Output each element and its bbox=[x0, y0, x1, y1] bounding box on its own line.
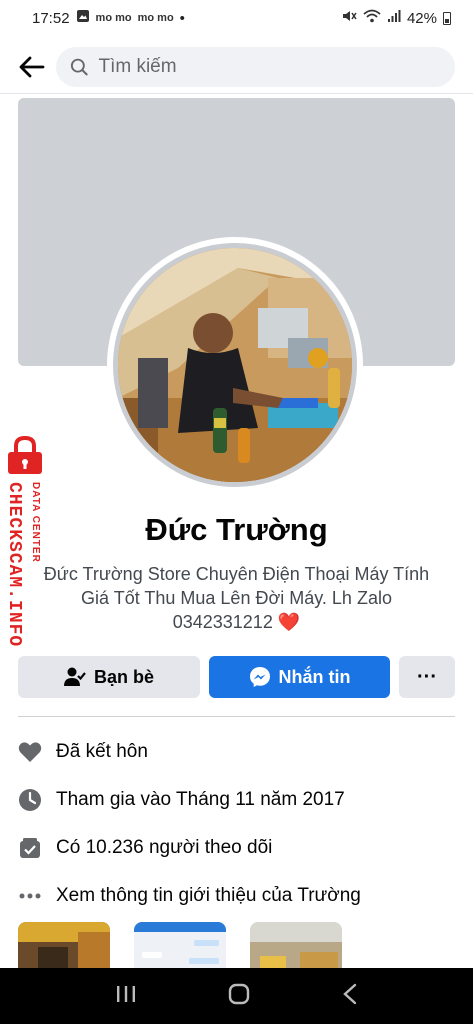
friends-label: Bạn bè bbox=[93, 666, 154, 687]
momo-icon: mo mo bbox=[95, 12, 132, 24]
avatar-image bbox=[118, 248, 352, 482]
signal-icon bbox=[387, 9, 401, 27]
info-joined: Tham gia vào Tháng 11 năm 2017 bbox=[18, 776, 455, 824]
battery-percent: 42% bbox=[406, 9, 437, 27]
search-icon bbox=[70, 58, 88, 75]
watermark-site: CHECKSCAM.INFO bbox=[4, 482, 24, 648]
message-label: Nhắn tin bbox=[278, 666, 351, 687]
search-header bbox=[0, 40, 473, 94]
status-left: 17:52 mo mo mo mo • bbox=[32, 9, 185, 27]
info-see-about-text: Xem thông tin giới thiệu của Trường bbox=[56, 885, 361, 906]
back-nav-icon[interactable] bbox=[342, 983, 358, 1010]
heart-emoji: ❤️ bbox=[277, 612, 301, 632]
followers-icon bbox=[18, 836, 42, 860]
heart-icon bbox=[18, 740, 42, 764]
system-nav-bar bbox=[0, 968, 473, 1024]
photos-strip bbox=[18, 922, 455, 968]
wifi-icon bbox=[363, 9, 381, 27]
info-joined-text: Tham gia vào Tháng 11 năm 2017 bbox=[56, 789, 345, 810]
photo-thumbnail[interactable] bbox=[250, 922, 342, 968]
status-bar: 17:52 mo mo mo mo • 42% bbox=[0, 0, 473, 36]
status-right: 42% bbox=[341, 9, 451, 27]
home-icon[interactable] bbox=[227, 982, 251, 1011]
info-relationship: Đã kết hôn bbox=[18, 728, 455, 776]
clock-icon bbox=[18, 788, 42, 812]
intro-list: Đã kết hôn Tham gia vào Tháng 11 năm 201… bbox=[18, 728, 455, 920]
dot-icon: • bbox=[179, 9, 185, 27]
info-followers[interactable]: Có 10.236 người theo dõi bbox=[18, 824, 455, 872]
recent-apps-icon[interactable] bbox=[115, 985, 137, 1008]
photo-thumbnail[interactable] bbox=[18, 922, 110, 968]
more-dots-icon: ··· bbox=[417, 665, 437, 688]
mute-icon bbox=[341, 9, 357, 27]
info-followers-text: Có 10.236 người theo dõi bbox=[56, 837, 273, 858]
avatar-border bbox=[113, 243, 357, 487]
profile-actions: Bạn bè Nhắn tin ··· bbox=[18, 656, 455, 698]
friend-check-icon bbox=[63, 667, 86, 686]
profile-bio-text: Đức Trường Store Chuyên Điện Thoại Máy T… bbox=[43, 564, 430, 632]
battery-icon bbox=[443, 11, 451, 25]
message-button[interactable]: Nhắn tin bbox=[209, 656, 390, 698]
status-time: 17:52 bbox=[32, 9, 70, 27]
lock-icon bbox=[8, 436, 42, 474]
profile-picture[interactable] bbox=[107, 237, 363, 493]
more-options-button[interactable]: ··· bbox=[399, 656, 455, 698]
search-input[interactable] bbox=[98, 55, 441, 78]
photo-thumbnail[interactable] bbox=[134, 922, 226, 968]
more-dots-icon bbox=[18, 884, 42, 908]
info-relationship-text: Đã kết hôn bbox=[56, 741, 148, 762]
momo-icon: mo mo bbox=[137, 12, 174, 24]
avatar bbox=[118, 248, 352, 482]
messenger-icon bbox=[249, 667, 270, 687]
friends-button[interactable]: Bạn bè bbox=[18, 656, 200, 698]
profile-name: Đức Trường bbox=[145, 512, 328, 547]
back-button[interactable] bbox=[14, 49, 50, 85]
arrow-left-icon bbox=[19, 56, 45, 77]
divider bbox=[18, 716, 455, 717]
info-see-about[interactable]: Xem thông tin giới thiệu của Trường bbox=[18, 872, 455, 920]
image-icon bbox=[76, 9, 90, 27]
profile-bio: Đức Trường Store Chuyên Điện Thoại Máy T… bbox=[40, 562, 433, 634]
search-box[interactable] bbox=[56, 46, 455, 87]
